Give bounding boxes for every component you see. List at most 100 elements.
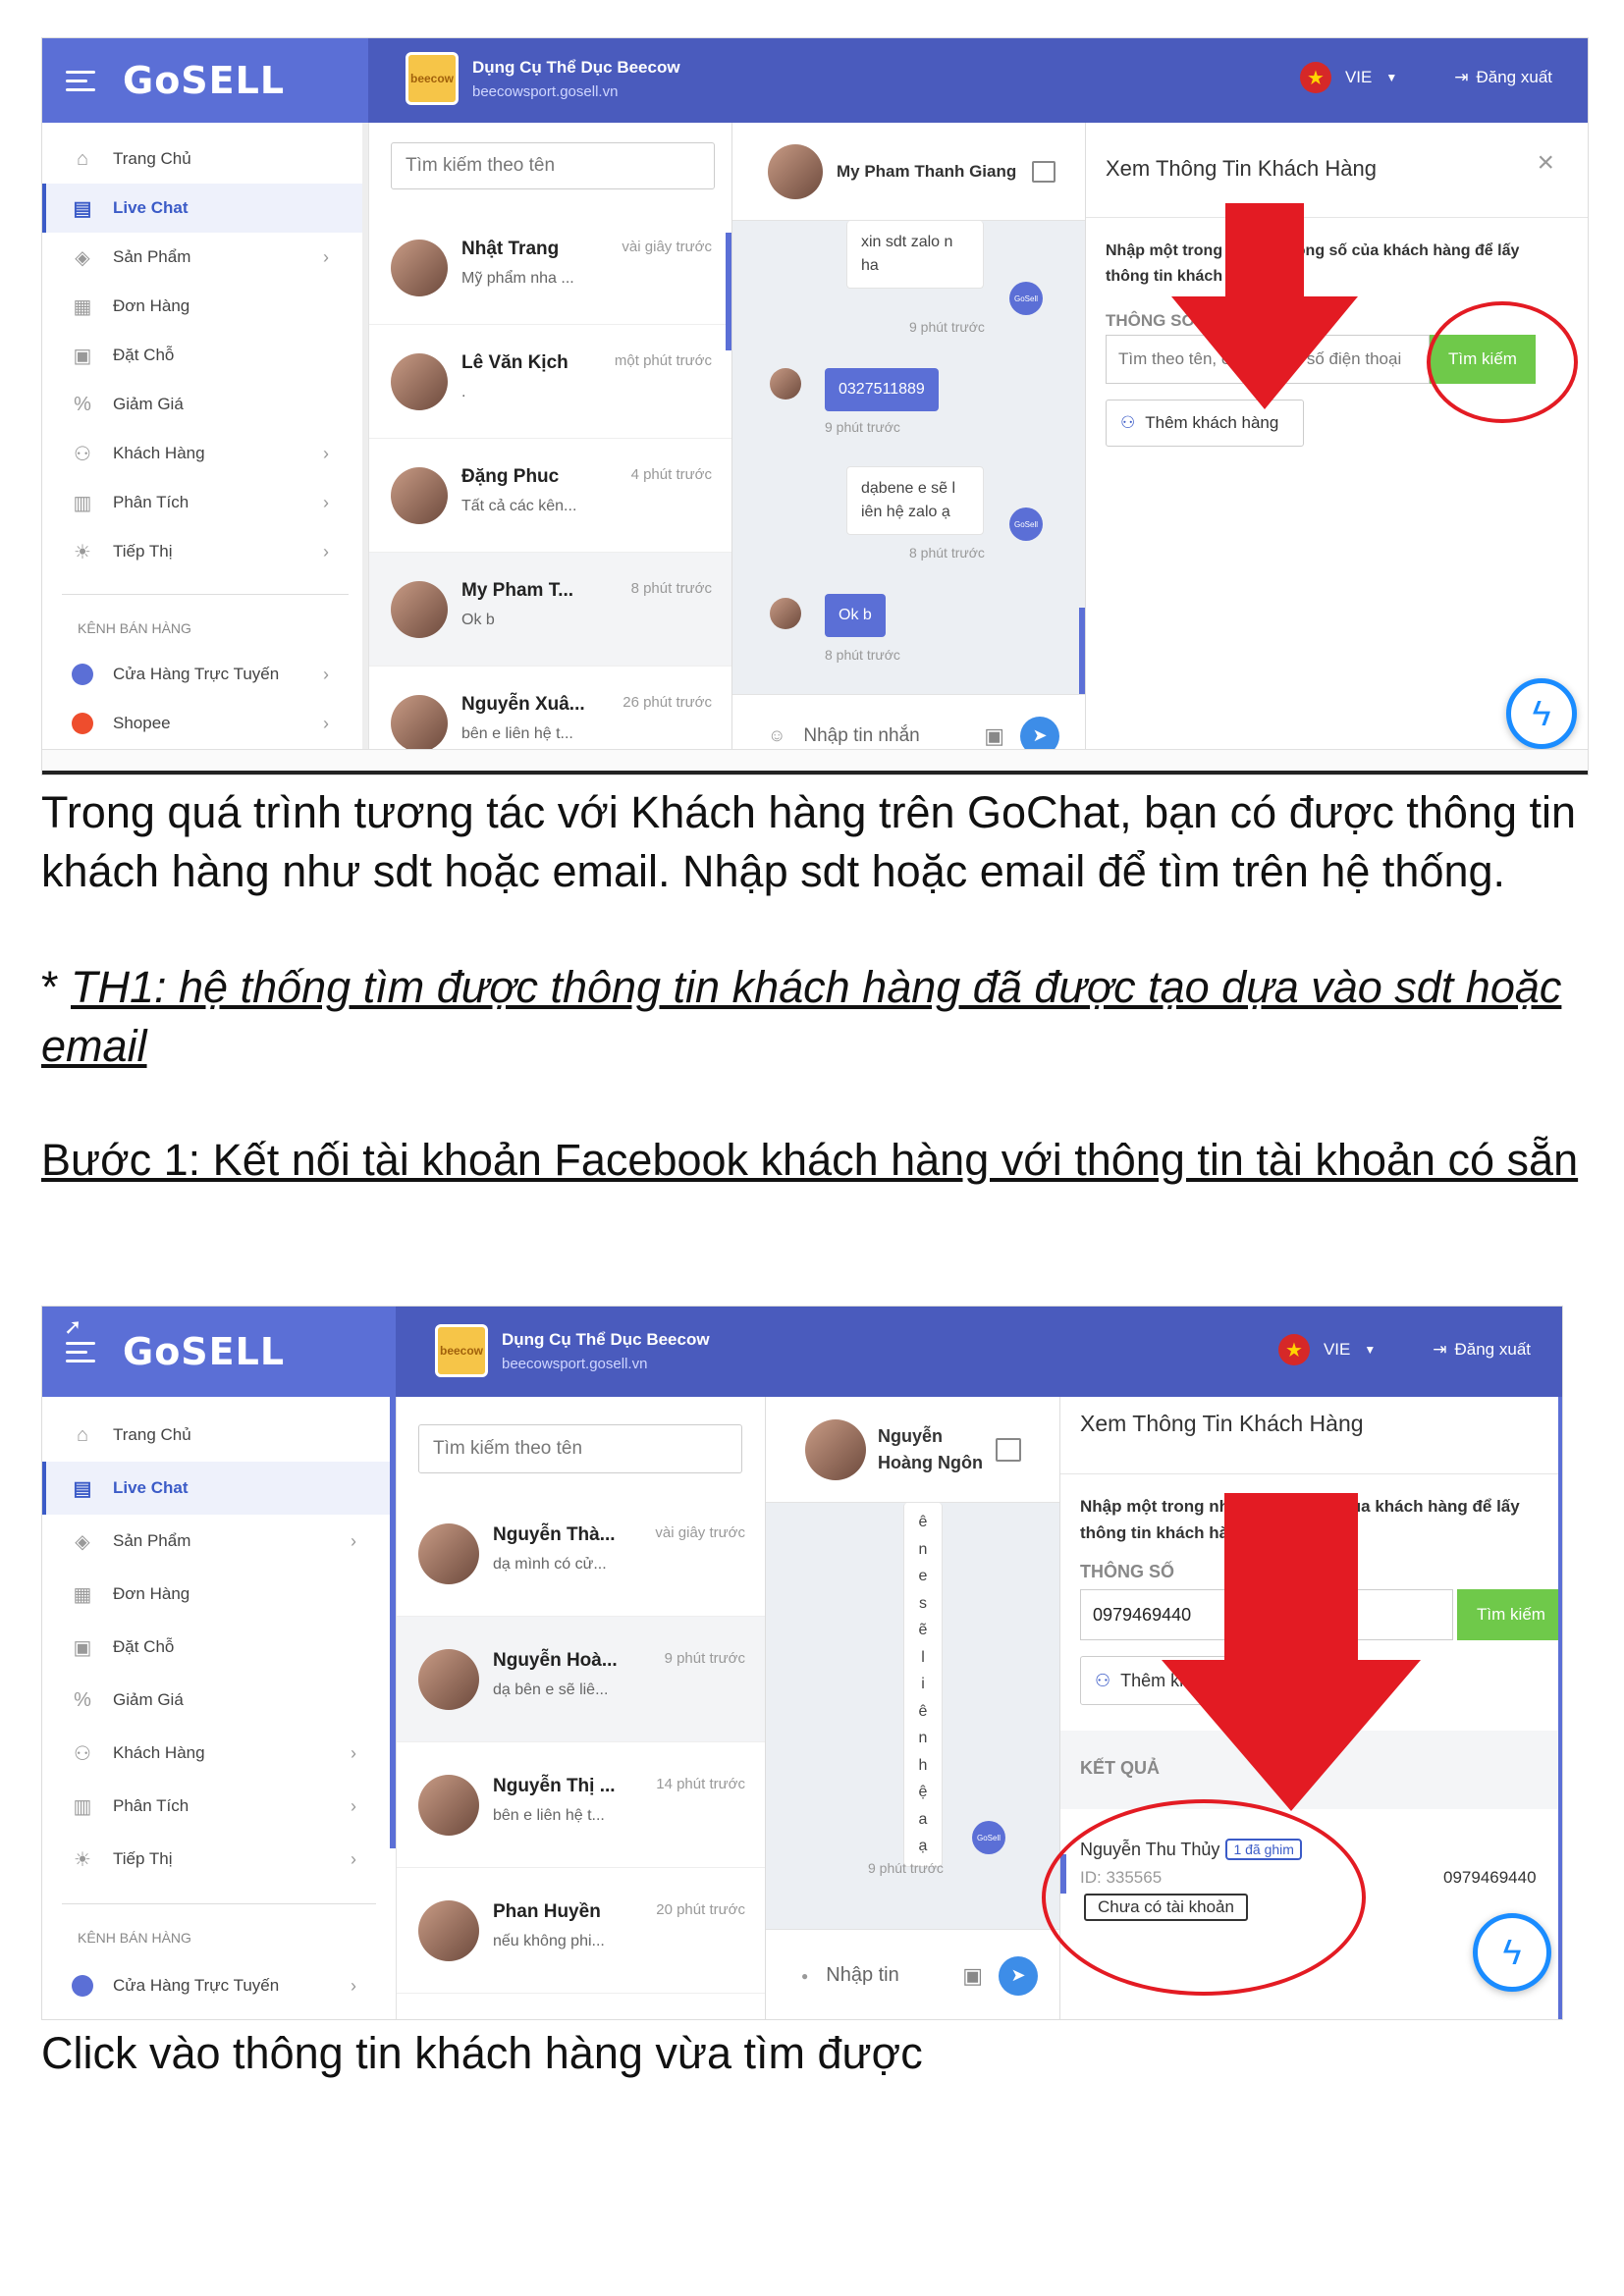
sidebar-item-label: Giảm Giá: [113, 395, 184, 413]
channel-item[interactable]: Shopee ›: [42, 699, 368, 748]
gosell-logo: GoSELL: [123, 59, 286, 102]
language-selector[interactable]: VIE: [1345, 68, 1372, 87]
sidebar-menu: ⌂ Trang Chủ ▤ Live Chat ◈ Sản Phẩm › ▦ Đơn Hàng ▣…: [42, 134, 368, 576]
conversation-item[interactable]: Nguyễn Hoà... 9 phút trước dạ bên e sẽ liê…: [397, 1617, 765, 1742]
conversation-preview: dạ bên e sẽ liê...: [493, 1682, 609, 1698]
message-input[interactable]: Nhập tin nhắn: [803, 725, 984, 747]
channel-item[interactable]: Cửa Hàng Trực Tuyến ›: [42, 650, 368, 699]
avatar: [391, 240, 448, 296]
sidebar-item-bulb[interactable]: ☀ Tiếp Thị ›: [42, 1833, 396, 1886]
sidebar-item-discount[interactable]: % Giảm Giá: [42, 380, 368, 429]
logout-button[interactable]: ⇥ Đăng xuất: [1433, 1340, 1531, 1360]
conversation-item[interactable]: Nhật Trang vài giây trước Mỹ phẩm nha ...: [369, 211, 731, 325]
message-bubble: Ok b: [825, 594, 886, 637]
caption-2-prefix: *: [41, 962, 72, 1012]
conversation-pane: Tìm kiếm theo tên Nguyễn Thà... vài giây …: [396, 1397, 765, 2019]
logo-area: GoSELL: [42, 1307, 396, 1397]
caption-3-text: Bước 1: Kết nối tài khoản Facebook khách…: [41, 1135, 1579, 1185]
sidebar-item-label: Live Chat: [113, 198, 189, 217]
sidebar-item-home[interactable]: ⌂ Trang Chủ: [42, 134, 368, 184]
send-button[interactable]: ➤: [999, 1955, 1038, 1996]
logout-button[interactable]: ⇥ Đăng xuất: [1454, 68, 1552, 87]
language-selector[interactable]: VIE: [1324, 1340, 1350, 1360]
sidebar-item-tag[interactable]: ◈ Sản Phẩm ›: [42, 1515, 396, 1568]
sidebar-item-home[interactable]: ⌂ Trang Chủ: [42, 1409, 396, 1462]
chat-pane: My Pham Thanh Giang xin sdt zalo n ha Go…: [731, 123, 1085, 774]
close-icon[interactable]: ×: [1537, 146, 1554, 180]
conversation-item[interactable]: Nguyễn Thị ... 14 phút trước bên e liên hệ…: [397, 1742, 765, 1868]
conversation-name: Lê Văn Kịch: [461, 352, 568, 373]
conversation-pane: Tìm kiếm theo tên Nhật Trang vài giây trư…: [368, 123, 731, 774]
logout-label: Đăng xuất: [1454, 1340, 1532, 1359]
image-icon[interactable]: ▣: [984, 723, 1004, 749]
search-input[interactable]: Tìm kiếm theo tên: [418, 1424, 742, 1473]
calendar-icon: ▣: [73, 1636, 92, 1659]
gosell-logo: GoSELL: [123, 1330, 286, 1373]
caption-1: Trong quá trình tương tác với Khách hàng…: [41, 787, 1577, 896]
sidebar-item-users[interactable]: ⚇ Khách Hàng ›: [42, 1727, 396, 1780]
message-char: h: [918, 1756, 928, 1774]
chevron-right-icon: ›: [351, 1848, 356, 1869]
message-time: 9 phút trước: [909, 319, 985, 335]
message-char: ạ: [918, 1838, 928, 1854]
caption-2: * TH1: hệ thống tìm được thông tin khách…: [41, 958, 1593, 1076]
conversation-name: Phan Huyền: [493, 1901, 601, 1922]
sidebar-item-discount[interactable]: % Giảm Giá: [42, 1674, 396, 1727]
conversation-item[interactable]: Phan Huyền 20 phút trước nếu không phi...: [397, 1868, 765, 1994]
emoji-icon[interactable]: ●: [801, 1969, 808, 1983]
sidebar-item-tag[interactable]: ◈ Sản Phẩm ›: [42, 233, 368, 282]
search-input[interactable]: Tìm kiếm theo tên: [391, 142, 715, 189]
sidebar-item-label: Đặt Chỗ: [113, 346, 175, 364]
panel-toggle-icon[interactable]: [996, 1437, 1021, 1462]
message-time: 8 phút trước: [909, 545, 985, 561]
logout-icon: ⇥: [1454, 68, 1469, 86]
channels-list: Cửa Hàng Trực Tuyến ›: [42, 1959, 396, 2012]
message-char: e: [918, 1568, 928, 1584]
messenger-icon[interactable]: ϟ: [1506, 678, 1577, 749]
panel-toggle-icon[interactable]: [1032, 160, 1056, 183]
sidebar-item-receipt[interactable]: ▦ Đơn Hàng: [42, 282, 368, 331]
sidebar: ⌂ Trang Chủ ▤ Live Chat ◈ Sản Phẩm › ▦ Đơn Hàng ▣…: [42, 123, 368, 748]
menu-icon[interactable]: [66, 70, 95, 91]
sidebar-item-users[interactable]: ⚇ Khách Hàng ›: [42, 429, 368, 478]
messenger-icon[interactable]: ϟ: [1473, 1913, 1551, 1992]
chevron-right-icon: ›: [323, 541, 329, 561]
sidebar-item-receipt[interactable]: ▦ Đơn Hàng: [42, 1568, 396, 1621]
message-time: 9 phút trước: [825, 419, 900, 435]
conversation-item[interactable]: My Pham T... 8 phút trước Ok b: [369, 553, 731, 667]
emoji-icon[interactable]: ☺: [768, 725, 785, 746]
sidebar-item-label: Phân Tích: [113, 1796, 189, 1815]
conversation-item[interactable]: Lê Văn Kịch một phút trước.: [369, 325, 731, 439]
conversation-time: 14 phút trước: [656, 1776, 745, 1792]
message-input[interactable]: Nhập tin: [826, 1964, 962, 1987]
sidebar-item-label: Tiếp Thị: [113, 1849, 173, 1868]
sidebar-item-bulb[interactable]: ☀ Tiếp Thị ›: [42, 527, 368, 576]
channel-item[interactable]: Cửa Hàng Trực Tuyến ›: [42, 1959, 396, 2012]
sidebar-item-calendar[interactable]: ▣ Đặt Chỗ: [42, 331, 368, 380]
sidebar: ⌂ Trang Chủ ▤ Live Chat ◈ Sản Phẩm › ▦ Đơn Hàng ▣…: [42, 1397, 396, 2012]
search-button[interactable]: Tìm kiếm: [1457, 1589, 1562, 1640]
sidebar-item-chat[interactable]: ▤ Live Chat: [42, 1462, 396, 1515]
message-char: n: [918, 1540, 928, 1558]
conversation-name: Nguyễn Hoà...: [493, 1650, 618, 1671]
shop-info: beecow Dụng Cụ Thể Dục Beecow beecowspor…: [406, 52, 680, 105]
channel-label: Shopee: [113, 714, 171, 732]
conversation-preview: .: [461, 384, 466, 400]
chevron-right-icon: ›: [323, 492, 329, 512]
sidebar-item-label: Trang Chủ: [113, 1425, 191, 1444]
sidebar-item-chat[interactable]: ▤ Live Chat: [42, 184, 368, 233]
conversation-item[interactable]: Nguyễn Thà... vài giây trước dạ mình có cử…: [397, 1491, 765, 1617]
caret-down-icon[interactable]: ▼: [1364, 1343, 1376, 1357]
conversation-name: Nhật Trang: [461, 239, 560, 259]
image-icon[interactable]: ▣: [962, 1963, 983, 1989]
sidebar-item-chart[interactable]: ▥ Phân Tích ›: [42, 478, 368, 527]
conversation-preview: nếu không phi...: [493, 1933, 605, 1949]
sidebar-item-chart[interactable]: ▥ Phân Tích ›: [42, 1780, 396, 1833]
sidebar-item-calendar[interactable]: ▣ Đặt Chỗ: [42, 1621, 396, 1674]
conversation-preview: bên e liên hệ t...: [461, 725, 573, 742]
conversation-item[interactable]: Đặng Phuc 4 phút trước Tất cả các kên...: [369, 439, 731, 553]
bulb-icon: ☀: [74, 541, 91, 563]
param-label: THÔNG SỐ: [1080, 1562, 1175, 1581]
menu-icon[interactable]: [66, 1341, 95, 1362]
caret-down-icon[interactable]: ▼: [1385, 71, 1397, 84]
